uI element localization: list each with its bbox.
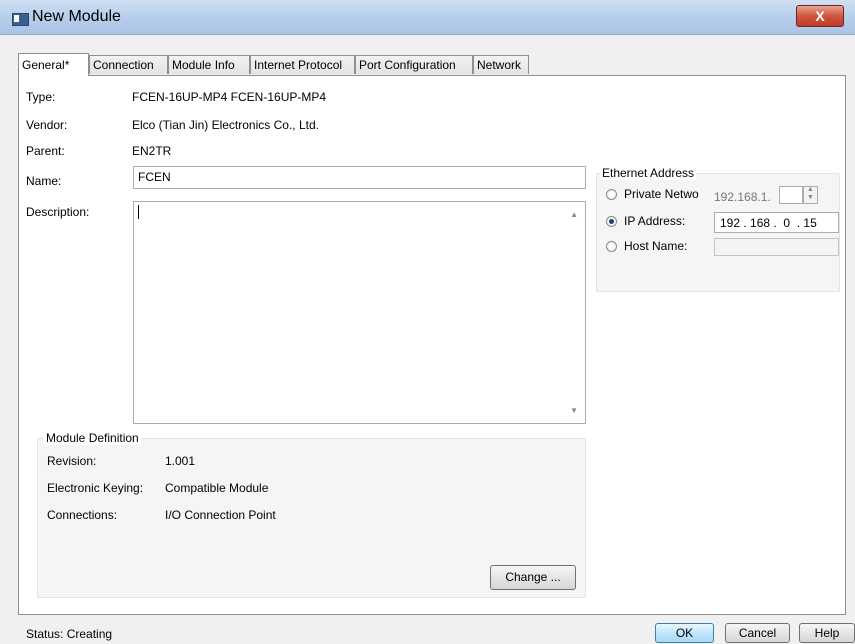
module-definition-title: Module Definition <box>44 431 141 445</box>
type-value: FCEN-16UP-MP4 FCEN-16UP-MP4 <box>132 90 327 104</box>
ethernet-address-group: Ethernet Address Private Netwo 192.168.1… <box>596 166 840 292</box>
host-name-radio[interactable] <box>606 241 617 252</box>
private-network-radio[interactable] <box>606 189 617 200</box>
general-panel: Type: FCEN-16UP-MP4 FCEN-16UP-MP4 Vendor… <box>18 75 846 615</box>
spin-arrows-icon[interactable]: ▲ ▼ <box>803 186 818 204</box>
private-network-value: 192.168.1. <box>714 190 771 204</box>
private-network-octet-input[interactable] <box>779 186 803 204</box>
tab-connection[interactable]: Connection <box>89 55 168 74</box>
change-button[interactable]: Change ... <box>490 565 576 590</box>
cancel-button[interactable]: Cancel <box>725 623 790 643</box>
keying-label: Electronic Keying: <box>47 481 144 495</box>
vendor-value: Elco (Tian Jin) Electronics Co., Ltd. <box>132 118 319 132</box>
private-network-label: Private Netwo <box>624 187 699 201</box>
title-bar: New Module X <box>0 0 855 35</box>
scroll-down-icon[interactable]: ▼ <box>570 406 578 415</box>
keying-value: Compatible Module <box>165 481 269 495</box>
text-cursor <box>138 205 139 219</box>
module-definition-group: Module Definition Revision: 1.001 Electr… <box>37 431 586 598</box>
type-label: Type: <box>26 90 56 104</box>
ethernet-address-title: Ethernet Address <box>600 166 697 180</box>
tab-network[interactable]: Network <box>473 55 529 74</box>
ip-address-label: IP Address: <box>624 214 686 228</box>
revision-label: Revision: <box>47 454 97 468</box>
tab-port-configuration[interactable]: Port Configuration <box>355 55 473 74</box>
window-title: New Module <box>32 8 121 25</box>
app-icon <box>12 13 29 26</box>
status-text: Status: Creating <box>26 627 113 641</box>
description-input[interactable]: ▲ ▼ <box>133 201 586 424</box>
ip-address-input[interactable]: 192 . 168 . 0 . 15 <box>714 212 839 233</box>
host-name-input[interactable] <box>714 238 839 256</box>
close-button[interactable]: X <box>796 5 844 27</box>
ok-button[interactable]: OK <box>655 623 714 643</box>
connections-label: Connections: <box>47 508 118 522</box>
revision-value: 1.001 <box>165 454 196 468</box>
name-input[interactable]: FCEN <box>133 166 586 189</box>
scroll-up-icon[interactable]: ▲ <box>570 210 578 219</box>
tab-internet-protocol[interactable]: Internet Protocol <box>250 55 355 74</box>
ip-address-radio[interactable] <box>606 216 617 227</box>
connections-value: I/O Connection Point <box>165 508 276 522</box>
tab-general[interactable]: General* <box>18 53 89 76</box>
parent-label: Parent: <box>26 144 65 158</box>
description-label: Description: <box>26 205 90 219</box>
vendor-label: Vendor: <box>26 118 68 132</box>
parent-value: EN2TR <box>132 144 172 158</box>
name-label: Name: <box>26 174 62 188</box>
tab-module-info[interactable]: Module Info <box>168 55 250 74</box>
help-button[interactable]: Help <box>799 623 855 643</box>
host-name-label: Host Name: <box>624 239 688 253</box>
